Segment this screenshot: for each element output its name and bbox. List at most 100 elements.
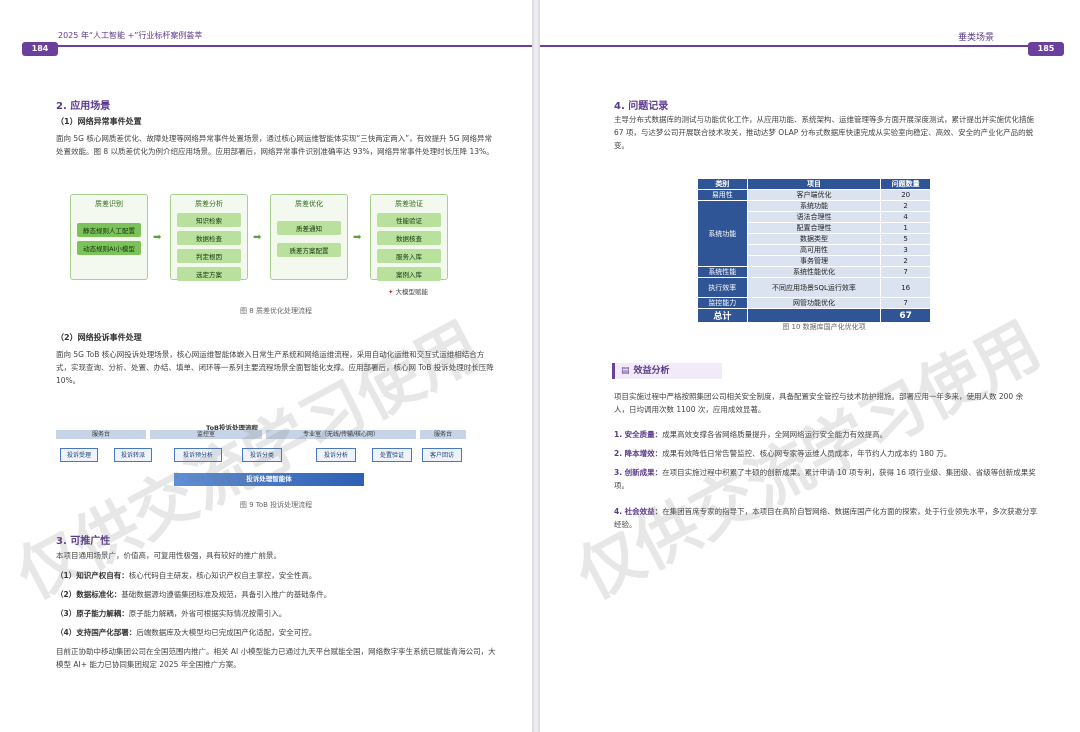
sub1-title: （1）网络异常事件处置: [56, 117, 142, 126]
stage-box: 数据核查: [377, 231, 441, 245]
figure-9-core-agent: 投诉处理智能体: [174, 473, 364, 486]
section-3-title: 3. 可推广性: [56, 536, 111, 547]
arrow-right-icon: ➡: [253, 232, 262, 243]
column-header: 项目: [746, 178, 882, 190]
stage-box: 质差通知: [277, 221, 341, 235]
promo-item: （4）支持国产化部署：后端数据库及大模型均已完成国产化适配，安全可控。: [56, 626, 496, 639]
stage-title: 质差分析: [195, 200, 223, 208]
item-cell: 配置合理性: [746, 222, 882, 234]
benefit-item: 3. 创新成果：在项目实施过程中积累了丰硕的创新成果。累计申请 10 项专利，获…: [614, 466, 1038, 492]
benefit-item-label: 4. 社会效益：: [614, 507, 663, 516]
stage-box: 静态规则人工配置: [77, 223, 141, 237]
table-row: 易用性 客户端优化 20: [697, 189, 931, 201]
legend-label: 大模型赋能: [395, 288, 429, 296]
flow-step: 投诉受理: [60, 448, 98, 462]
benefit-item: 1. 安全质量：成果高效支撑各省网络质量提升，全网网络运行安全能力有效提高。: [614, 428, 1038, 441]
benefit-item-label: 1. 安全质量：: [614, 430, 663, 439]
count-cell: 1: [880, 222, 931, 234]
benefit-analysis-title: ▤ 效益分析: [612, 363, 722, 379]
benefit-item-label: 3. 创新成果：: [614, 468, 663, 477]
section-2-title: 2. 应用场景: [56, 101, 111, 112]
benefit-item-text: 成果有效降低日常告警监控、核心网专家等运维人员成本，年节约人力成本约 180 万…: [662, 449, 952, 458]
benefit-title-text: 效益分析: [633, 366, 670, 376]
lane-header: 服务台: [56, 430, 146, 439]
stage-box: 动态规则AI小模型: [77, 241, 141, 255]
benefit-item-text: 成果高效支撑各省网络质量提升，全网网络运行安全能力有效提高。: [662, 430, 888, 439]
stage-verify: 质差验证 性能验证 数据核查 服务入库 案例入库: [370, 194, 448, 281]
stage-box: 知识检索: [177, 213, 241, 227]
document-icon: ▤: [621, 366, 630, 376]
table-row: 监控能力 网管功能优化 7: [697, 297, 931, 309]
section-4-title: 4. 问题记录: [614, 101, 669, 112]
stage-box: 数据检查: [177, 231, 241, 245]
count-cell: 2: [880, 255, 931, 267]
flow-step: 投诉分类: [242, 448, 282, 462]
stage-box: 质差方案配置: [277, 243, 341, 257]
promo-item: （2）数据标准化：基础数据源均遵循集团标准及规范，具备引入推广的基础条件。: [56, 588, 496, 601]
figure-9: ToB投诉处理流程 服务台 监控室 专业室（无线/传输/核心网） 服务台 投诉受…: [56, 422, 466, 494]
flow-step: 投诉转派: [114, 448, 152, 462]
lane-header: 监控室: [150, 430, 262, 439]
stage-analysis: 质差分析 知识检索 数据检查 判定根因 选定方案: [170, 194, 248, 281]
item-cell: 高可用性: [746, 244, 882, 256]
left-header-title: 2025 年“人工智能 +”行业标杆案例荟萃: [58, 31, 203, 40]
stage-box: 判定根因: [177, 249, 241, 263]
arrow-right-icon: ➡: [353, 232, 362, 243]
promo-item-label: （4）支持国产化部署：: [56, 628, 137, 637]
promo-item-label: （3）原子能力解耦：: [56, 609, 129, 618]
closing-paragraph: 目前正协助中移动集团公司在全国范围内推广。相关 AI 小模型能力已通过九天平台赋…: [56, 647, 496, 669]
count-cell: 5: [880, 233, 931, 245]
table-row: 系统性能 系统性能优化 7: [697, 266, 931, 278]
item-cell: 系统功能: [746, 200, 882, 212]
total-spacer: [746, 308, 882, 323]
category-cell: 系统功能: [697, 200, 748, 267]
count-cell: 16: [880, 277, 931, 298]
right-page-number: 185: [1028, 42, 1064, 56]
count-cell: 2: [880, 200, 931, 212]
arrow-right-icon: ➡: [153, 232, 162, 243]
category-cell: 监控能力: [697, 297, 748, 309]
figure-8: 质差识别 静态规则人工配置 动态规则AI小模型 ➡ 质差分析 知识检索 数据检查…: [70, 194, 470, 304]
right-header-bar: [540, 45, 1030, 47]
issue-table: 类别 项目 问题数量 易用性 客户端优化 20 系统功能 系统功能 2 语法合理…: [697, 178, 931, 323]
promo-item-text: 后端数据库及大模型均已完成国产化适配，安全可控。: [136, 628, 317, 637]
stage-optimize: 质差优化 质差通知 质差方案配置: [270, 194, 348, 280]
item-cell: 系统性能优化: [746, 266, 882, 278]
item-cell: 不同应用场景SQL运行效率: [746, 277, 882, 298]
item-cell: 数据类型: [746, 233, 882, 245]
item-cell: 网管功能优化: [746, 297, 882, 309]
stage-title: 质差识别: [95, 200, 123, 208]
promo-item-text: 基础数据源均遵循集团标准及规范，具备引入推广的基础条件。: [121, 590, 332, 599]
figure-8-legend: ✦ 大模型赋能: [388, 286, 428, 296]
benefit-item-label: 2. 降本增效：: [614, 449, 663, 458]
benefit-item-text: 在集团首席专家的指导下，本项目在高阶自智网络、数据库国产化方面的探索，处于行业领…: [614, 507, 1038, 529]
promo-item: （1）知识产权自有：核心代码自主研发，核心知识产权自主掌控，安全性高。: [56, 569, 496, 582]
promo-item-label: （2）数据标准化：: [56, 590, 122, 599]
total-value: 67: [880, 308, 931, 323]
flow-step: 客户回访: [422, 448, 462, 462]
category-cell: 执行效率: [697, 277, 748, 298]
benefit-item: 2. 降本增效：成果有效降低日常告警监控、核心网专家等运维人员成本，年节约人力成…: [614, 447, 1038, 460]
left-page: 2025 年“人工智能 +”行业标杆案例荟萃 184 2. 应用场景 （1）网络…: [0, 0, 532, 732]
sub2-paragraph: 面向 5G ToB 核心网投诉处理场景，核心网运维智能体嵌入日常生产系统和网络运…: [56, 350, 494, 385]
table-total-row: 总计 67: [697, 308, 931, 323]
table-row: 执行效率 不同应用场景SQL运行效率 16: [697, 277, 931, 298]
flow-step: 投诉预分析: [174, 448, 222, 462]
category-cell: 系统性能: [697, 266, 748, 278]
benefit-intro: 项目实施过程中严格按照集团公司相关安全制度，具备配置安全管控与技术防护措施。部署…: [614, 392, 1024, 414]
count-cell: 3: [880, 244, 931, 256]
section-4-paragraph: 主导分布式数据库的测试与功能优化工作，从应用功能、系统架构、运维管理等多方面开展…: [614, 115, 1034, 150]
lane-header: 专业室（无线/传输/核心网）: [266, 430, 416, 439]
flow-step: 投诉分析: [316, 448, 356, 462]
table-header-row: 类别 项目 问题数量: [697, 178, 931, 190]
promo-item-text: 核心代码自主研发，核心知识产权自主掌控，安全性高。: [128, 571, 317, 580]
total-label: 总计: [697, 308, 748, 323]
item-cell: 事务管理: [746, 255, 882, 267]
column-header: 类别: [697, 178, 748, 190]
promo-item-label: （1）知识产权自有：: [56, 571, 129, 580]
stage-box: 性能验证: [377, 213, 441, 227]
sub1-paragraph: 面向 5G 核心网质差优化、故障处理等网络异常事件处置场景，通过核心网运维智能体…: [56, 134, 494, 156]
figure-9-caption: 图 9 ToB 投诉处理流程: [239, 501, 313, 509]
stage-title: 质差优化: [295, 200, 323, 208]
count-cell: 4: [880, 211, 931, 223]
